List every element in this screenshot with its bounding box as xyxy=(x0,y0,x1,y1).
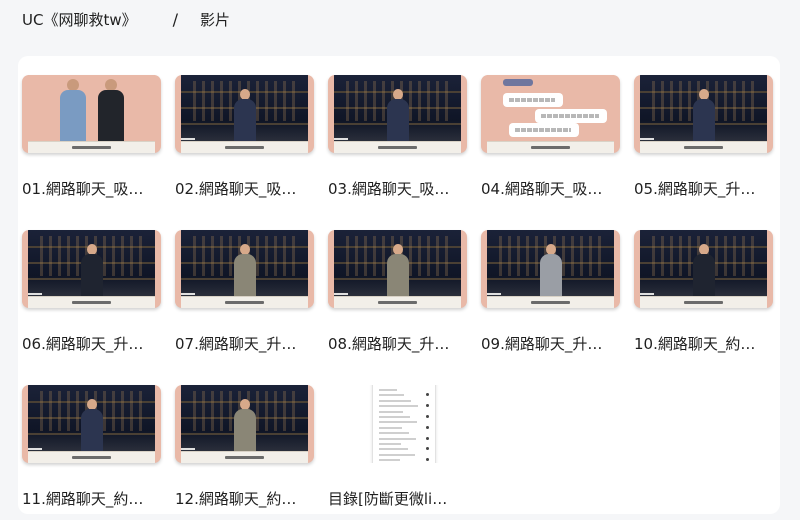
item-title[interactable]: 06.網路聊天_升… xyxy=(22,333,167,354)
video-item[interactable]: 04.網路聊天_吸… xyxy=(481,75,626,230)
video-item[interactable]: 08.網路聊天_升… xyxy=(328,230,473,385)
video-thumbnail[interactable] xyxy=(175,75,314,153)
video-item[interactable]: 12.網路聊天_約… xyxy=(175,385,320,520)
video-item[interactable]: 06.網路聊天_升… xyxy=(22,230,167,385)
video-item[interactable]: 03.網路聊天_吸… xyxy=(328,75,473,230)
video-thumbnail[interactable] xyxy=(22,385,161,463)
video-thumbnail[interactable] xyxy=(22,75,161,153)
video-thumbnail[interactable] xyxy=(481,75,620,153)
item-title[interactable]: 02.網路聊天_吸… xyxy=(175,178,320,199)
video-thumbnail[interactable] xyxy=(175,230,314,308)
item-title[interactable]: 09.網路聊天_升… xyxy=(481,333,626,354)
video-thumbnail[interactable] xyxy=(634,230,773,308)
video-thumbnail[interactable] xyxy=(634,75,773,153)
video-thumbnail[interactable] xyxy=(22,230,161,308)
video-thumbnail[interactable] xyxy=(481,230,620,308)
video-thumbnail[interactable] xyxy=(175,385,314,463)
video-item[interactable]: 05.網路聊天_升… xyxy=(634,75,779,230)
file-grid: 01.網路聊天_吸… 02.網路聊天_吸… 03.網路聊天_吸… 04.網路聊天_吸…… xyxy=(22,75,773,520)
breadcrumb-current: 影片 xyxy=(200,10,231,29)
item-title[interactable]: 01.網路聊天_吸… xyxy=(22,178,167,199)
document-page-preview xyxy=(372,385,436,463)
breadcrumb-root[interactable]: UC《网聊救tw》 xyxy=(22,9,137,30)
document-thumbnail[interactable] xyxy=(328,385,467,463)
video-item[interactable]: 01.網路聊天_吸… xyxy=(22,75,167,230)
item-title[interactable]: 11.網路聊天_約… xyxy=(22,488,167,509)
item-title[interactable]: 目錄[防斷更微li… xyxy=(328,488,473,509)
breadcrumb-separator: / xyxy=(172,9,178,29)
item-title[interactable]: 05.網路聊天_升… xyxy=(634,178,779,199)
video-item[interactable]: 10.網路聊天_約… xyxy=(634,230,779,385)
file-grid-panel: 01.網路聊天_吸… 02.網路聊天_吸… 03.網路聊天_吸… 04.網路聊天_吸…… xyxy=(18,56,780,514)
item-title[interactable]: 07.網路聊天_升… xyxy=(175,333,320,354)
video-item[interactable]: 02.網路聊天_吸… xyxy=(175,75,320,230)
video-item[interactable]: 07.網路聊天_升… xyxy=(175,230,320,385)
item-title[interactable]: 04.網路聊天_吸… xyxy=(481,178,626,199)
item-title[interactable]: 10.網路聊天_約… xyxy=(634,333,779,354)
item-title[interactable]: 12.網路聊天_約… xyxy=(175,488,320,509)
video-item[interactable]: 09.網路聊天_升… xyxy=(481,230,626,385)
video-thumbnail[interactable] xyxy=(328,75,467,153)
video-item[interactable]: 11.網路聊天_約… xyxy=(22,385,167,520)
video-item[interactable]: 目錄[防斷更微li… xyxy=(328,385,473,520)
video-thumbnail[interactable] xyxy=(328,230,467,308)
item-title[interactable]: 08.網路聊天_升… xyxy=(328,333,473,354)
breadcrumb: UC《网聊救tw》 / 影片 xyxy=(22,8,230,30)
item-title[interactable]: 03.網路聊天_吸… xyxy=(328,178,473,199)
